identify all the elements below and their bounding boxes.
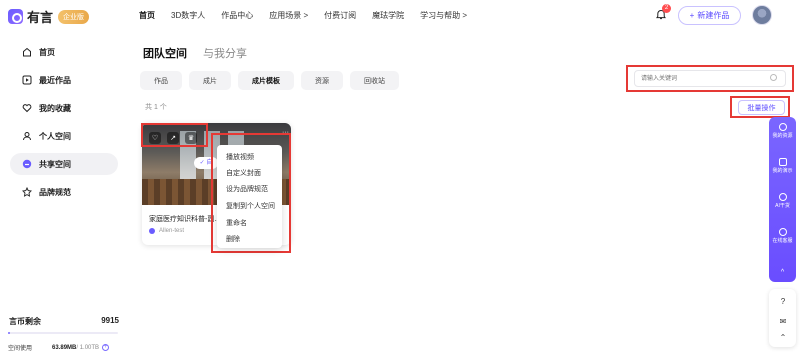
filter-resources[interactable]: 资源 [301,71,343,90]
logo-icon [8,9,23,24]
tab-shared-with-me[interactable]: 与我分享 [203,45,247,61]
menu-item-rename[interactable]: 重命名 [226,218,247,228]
crown-icon[interactable]: ♛ [185,132,197,144]
batch-highlight: 批量操作 [730,96,790,118]
avatar[interactable] [752,5,772,25]
filter-works[interactable]: 作品 [140,71,182,90]
sidebar-item-label: 共享空间 [39,159,71,169]
storage-usage: 空间使用 63.89MB / 1.00TB + [8,343,123,352]
storage-progress-fill [8,332,11,334]
filter-tabs: 作品 成片 成片模板 资源 回收站 [140,71,406,90]
filter-finished[interactable]: 成片 [189,71,231,90]
sidebar: 首页 最近作品 我的收藏 个人空间 共享空间 品牌规范 [0,32,125,363]
sidebar-item-shared[interactable]: 共享空间 [10,153,118,175]
search-highlight [626,65,794,92]
sidebar-item-favorites[interactable]: 我的收藏 [10,97,118,119]
help-panel: ? ✉ ⌃ [769,289,796,347]
share-space-icon [22,159,32,169]
sidebar-item-label: 首页 [39,47,55,57]
sidebar-item-label: 品牌规范 [39,187,71,197]
sidebar-item-label: 个人空间 [39,131,71,141]
nav-scenarios[interactable]: 应用场景 > [269,10,308,21]
open-external-icon[interactable]: ↗ [167,132,179,144]
floating-toolbar: 我的资源 我的演示 AI干货 在线客服 ^ [769,117,796,282]
menu-item-copy-personal[interactable]: 复制到个人空间 [226,201,275,211]
online-support-label: 在线客服 [772,238,793,244]
sidebar-item-label: 我的收藏 [39,103,71,113]
headset-icon [778,228,787,236]
nav-subscription[interactable]: 付费订阅 [324,10,356,21]
collapse-up-icon[interactable]: ^ [769,269,796,276]
search-icon[interactable] [770,74,777,81]
my-demos-button[interactable]: 我的演示 [769,158,796,174]
heart-icon [22,104,32,113]
space-tabs: 团队空间 与我分享 [143,45,263,61]
collapse-icon[interactable]: ⌃ [778,333,788,343]
menu-item-custom-cover[interactable]: 自定义封面 [226,168,261,178]
lightbulb-icon [778,193,787,201]
nav-help[interactable]: 学习与帮助 > [420,10,467,21]
card-actions-highlight: ♡ ↗ ♛ [141,123,208,147]
mail-icon[interactable]: ✉ [778,317,788,327]
menu-item-delete[interactable]: 删除 [226,234,240,244]
help-question-icon[interactable]: ? [778,297,788,307]
sidebar-item-brand[interactable]: 品牌规范 [10,181,118,203]
home-icon [23,47,31,57]
nav-home[interactable]: 首页 [139,10,155,21]
sidebar-item-label: 最近作品 [39,75,71,85]
item-count: 共 1 个 [145,104,167,111]
storage-total: / 1.00TB [76,344,100,351]
ai-tips-button[interactable]: AI干货 [769,193,796,209]
coins-remaining: 言币剩余 9915 [9,316,119,327]
new-work-label: 新建作品 [697,11,730,20]
demo-icon [778,158,787,166]
brand-name: 有言 [27,10,54,25]
coins-value: 9915 [101,316,119,325]
nav-works-center[interactable]: 作品中心 [221,10,253,21]
favorite-heart-icon[interactable]: ♡ [149,132,161,144]
menu-item-play-video[interactable]: 播放视频 [226,152,254,162]
batch-operation-button[interactable]: 批量操作 [738,100,785,115]
logo[interactable]: 有言 企业版 [8,7,90,26]
card-author: Allen-test [149,228,184,234]
sidebar-item-personal[interactable]: 个人空间 [10,125,118,147]
my-resources-button[interactable]: 我的资源 [769,123,796,139]
storage-label: 空间使用 [8,346,33,352]
enterprise-badge: 企业版 [58,9,90,24]
new-work-button[interactable]: + 新建作品 [678,6,741,25]
filter-templates[interactable]: 成片模板 [238,71,294,90]
user-icon [23,132,31,141]
notification-badge: 2 [662,4,671,13]
search-input[interactable] [634,70,786,87]
menu-item-set-brand[interactable]: 设为品牌规范 [226,184,268,194]
sidebar-item-home[interactable]: 首页 [10,41,118,63]
ai-tips-label: AI干货 [775,203,790,209]
storage-progress-bar [8,332,118,334]
main-nav: 首页 3D数字人 作品中心 应用场景 > 付费订阅 魔珐学院 学习与帮助 > [139,10,483,21]
coins-label: 言币剩余 [9,317,41,326]
online-support-button[interactable]: 在线客服 [769,228,796,244]
storage-add-icon[interactable]: + [102,344,110,351]
my-resources-label: 我的资源 [772,133,793,139]
tab-team-space[interactable]: 团队空间 [143,45,187,61]
sidebar-item-recent[interactable]: 最近作品 [10,69,118,91]
nav-academy[interactable]: 魔珐学院 [372,10,404,21]
my-demos-label: 我的演示 [772,168,793,174]
plus-icon: + [689,11,695,20]
filter-trash[interactable]: 回收站 [350,71,399,90]
resources-icon [778,123,787,131]
author-name: Allen-test [159,228,185,234]
storage-used: 63.89MB [52,344,77,351]
author-avatar [149,228,155,234]
top-bar: 有言 企业版 首页 3D数字人 作品中心 应用场景 > 付费订阅 魔珐学院 学习… [0,0,800,32]
nav-3d-avatar[interactable]: 3D数字人 [171,10,205,21]
card-context-menu: 播放视频 自定义封面 设为品牌规范 复制到个人空间 重命名 删除 [217,145,282,248]
brand-icon [22,187,32,197]
play-square-icon [22,75,32,85]
